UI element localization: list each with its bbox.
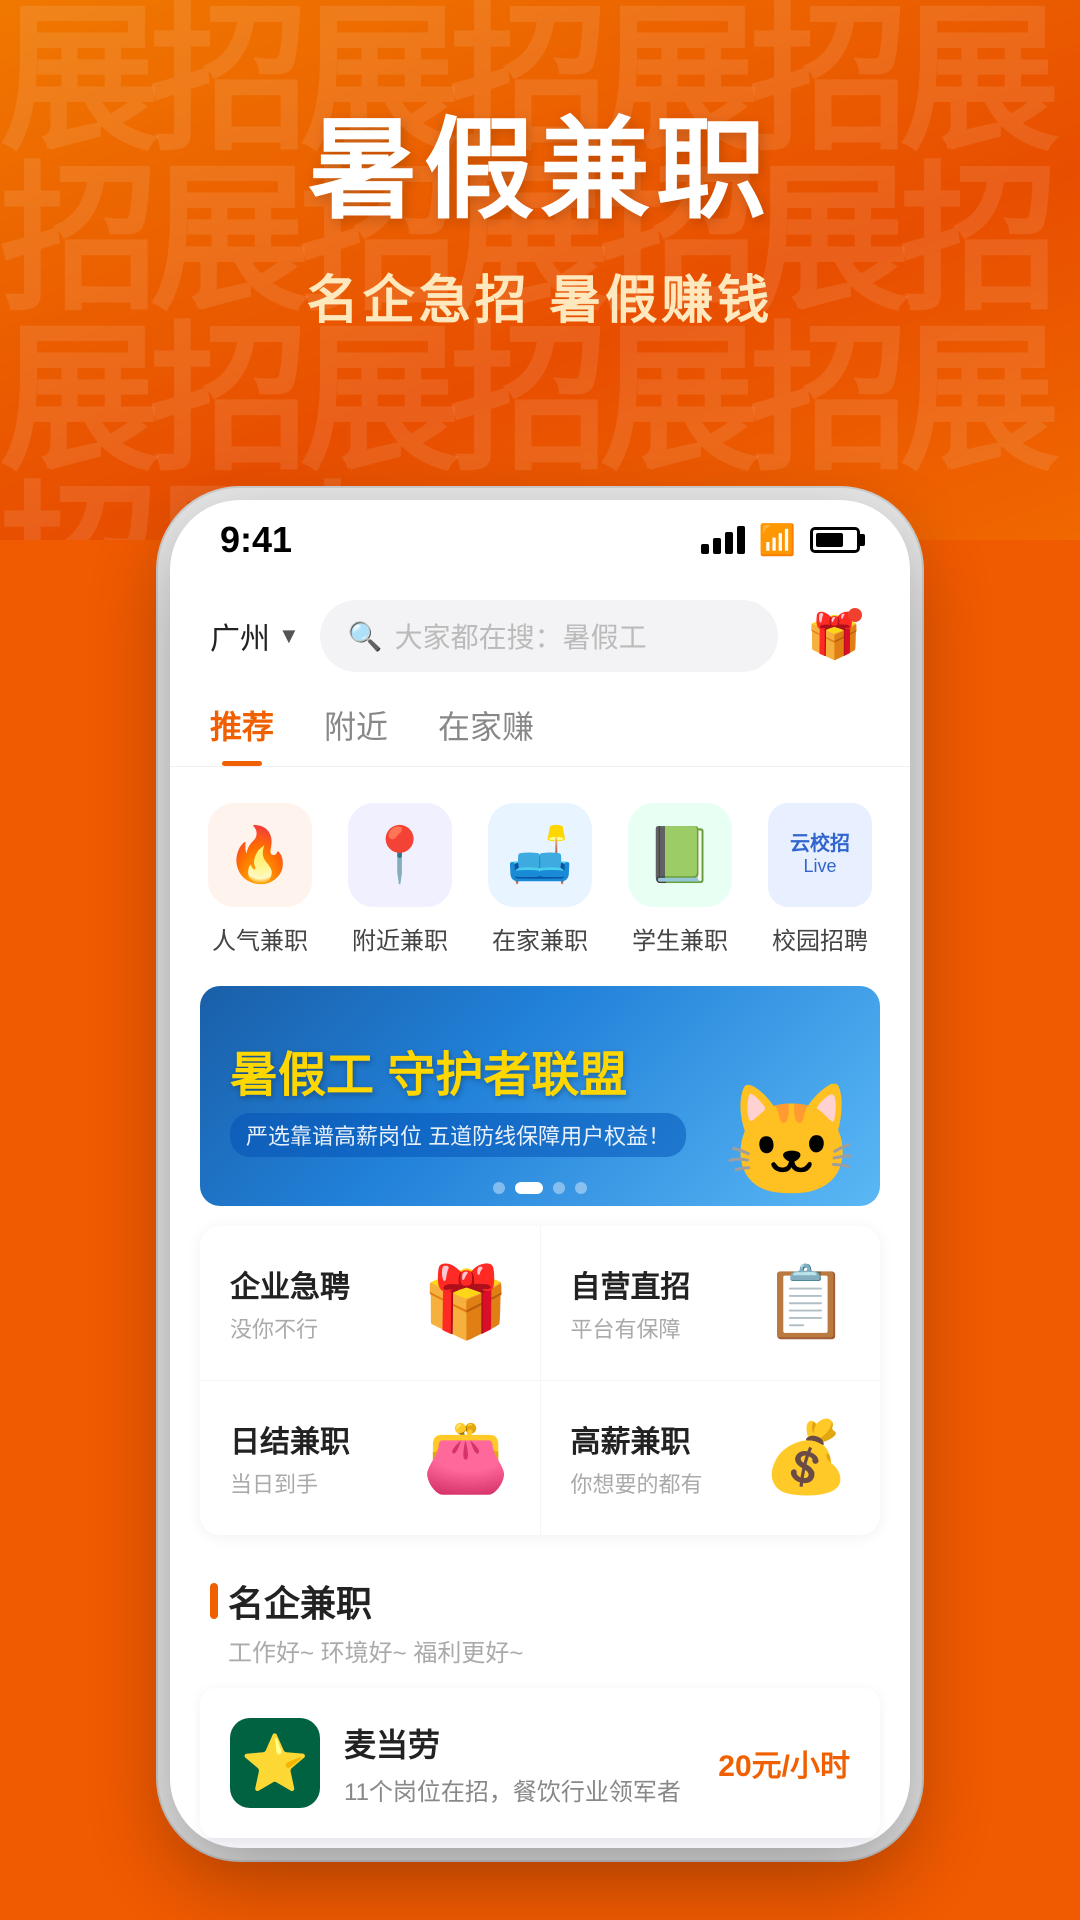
category-home[interactable]: 🛋️ 在家兼职 [488, 803, 592, 956]
company-name: 麦当劳 [344, 1720, 694, 1766]
popular-label: 人气兼职 [212, 921, 308, 956]
gift-button[interactable]: 🎁 [798, 600, 870, 672]
quick-direct-hire[interactable]: 自营直招 平台有保障 📋 [541, 1226, 881, 1380]
category-campus[interactable]: 云校招 Live 校园招聘 [768, 803, 872, 956]
quick-row-1: 企业急聘 没你不行 🎁 自营直招 平台有保障 📋 [200, 1226, 880, 1381]
urgent-hire-desc: 没你不行 [230, 1312, 412, 1344]
hero-section: 展招展招展招展招展招展招展招展招展招展招展招展招 暑假兼职 名企急招 暑假赚钱 [0, 0, 1080, 540]
dot-3 [553, 1182, 565, 1194]
quick-links-grid: 企业急聘 没你不行 🎁 自营直招 平台有保障 📋 [200, 1226, 880, 1535]
status-time: 9:41 [220, 519, 292, 561]
daily-pay-icon: 👛 [422, 1417, 509, 1499]
job-card-mcdonalds[interactable]: ⭐ 麦当劳 11个岗位在招，餐饮行业领军者 20元/小时 [200, 1688, 880, 1838]
search-placeholder: 大家都在搜：暑假工 [395, 616, 647, 656]
status-icons: 📶 [701, 523, 860, 558]
home-icon: 🛋️ [488, 803, 592, 907]
hero-title: 暑假兼职 [308, 80, 772, 240]
location-label: 广州 [210, 614, 270, 658]
job-info: 麦当劳 11个岗位在招，餐饮行业领军者 [344, 1720, 694, 1807]
app-header: 广州 ▼ 🔍 大家都在搜：暑假工 🎁 [170, 580, 910, 692]
daily-pay-text: 日结兼职 当日到手 [230, 1417, 412, 1499]
high-pay-text: 高薪兼职 你想要的都有 [571, 1417, 753, 1499]
banner[interactable]: 暑假工 守护者联盟 严选靠谱高薪岗位 五道防线保障用户权益！ 🐱 [200, 986, 880, 1206]
student-label: 学生兼职 [632, 921, 728, 956]
popular-icon: 🔥 [208, 803, 312, 907]
banner-dots [493, 1182, 587, 1194]
phone-body: 9:41 📶 广州 ▼ [170, 500, 910, 1848]
job-salary: 20元/小时 [718, 1741, 850, 1785]
high-pay-name: 高薪兼职 [571, 1417, 753, 1461]
direct-hire-name: 自营直招 [571, 1262, 753, 1306]
home-label: 在家兼职 [492, 921, 588, 956]
quick-high-pay[interactable]: 高薪兼职 你想要的都有 💰 [541, 1381, 881, 1535]
dot-1 [493, 1182, 505, 1194]
category-popular[interactable]: 🔥 人气兼职 [208, 803, 312, 956]
urgent-hire-name: 企业急聘 [230, 1262, 412, 1306]
gift-notification-dot [848, 608, 862, 622]
job-description: 11个岗位在招，餐饮行业领军者 [344, 1772, 694, 1807]
high-pay-icon: 💰 [763, 1417, 850, 1499]
signal-icon [701, 526, 745, 554]
direct-hire-icon: 📋 [763, 1262, 850, 1344]
category-row: 🔥 人气兼职 📍 附近兼职 🛋️ 在家兼职 📗 学生兼职 云校 [170, 767, 910, 976]
battery-icon [810, 527, 860, 553]
urgent-hire-icon: 🎁 [422, 1262, 509, 1344]
dot-2 [515, 1182, 543, 1194]
daily-pay-desc: 当日到手 [230, 1467, 412, 1499]
quick-daily-pay[interactable]: 日结兼职 当日到手 👛 [200, 1381, 541, 1535]
banner-content: 暑假工 守护者联盟 严选靠谱高薪岗位 五道防线保障用户权益！ [200, 1015, 716, 1177]
company-logo-icon: ⭐ [241, 1731, 309, 1796]
campus-label: 校园招聘 [772, 921, 868, 956]
banner-title: 暑假工 守护者联盟 [230, 1035, 686, 1105]
app-content: 广州 ▼ 🔍 大家都在搜：暑假工 🎁 推荐 附近 [170, 580, 910, 1838]
tab-earn-at-home[interactable]: 在家赚 [438, 702, 534, 766]
chevron-down-icon: ▼ [278, 623, 300, 649]
company-logo: ⭐ [230, 1718, 320, 1808]
quick-urgent-hire[interactable]: 企业急聘 没你不行 🎁 [200, 1226, 541, 1380]
phone-mockup: 9:41 📶 广州 ▼ [0, 500, 1080, 1908]
hero-subtitle: 名企急招 暑假赚钱 [307, 258, 773, 333]
wifi-icon: 📶 [759, 523, 796, 558]
nearby-label: 附近兼职 [352, 921, 448, 956]
banner-subtitle: 严选靠谱高薪岗位 五道防线保障用户权益！ [230, 1113, 686, 1157]
nearby-icon: 📍 [348, 803, 452, 907]
famous-title: 名企兼职 [210, 1575, 870, 1627]
category-nearby[interactable]: 📍 附近兼职 [348, 803, 452, 956]
banner-mascot-icon: 🐱 [723, 1077, 860, 1206]
campus-icon: 云校招 Live [768, 803, 872, 907]
notch [430, 500, 650, 550]
famous-section-header: 名企兼职 工作好~ 环境好~ 福利更好~ [170, 1555, 910, 1678]
direct-hire-desc: 平台有保障 [571, 1312, 753, 1344]
dot-4 [575, 1182, 587, 1194]
location-button[interactable]: 广州 ▼ [210, 614, 300, 658]
direct-hire-text: 自营直招 平台有保障 [571, 1262, 753, 1344]
category-student[interactable]: 📗 学生兼职 [628, 803, 732, 956]
student-icon: 📗 [628, 803, 732, 907]
tab-recommend[interactable]: 推荐 [210, 702, 274, 766]
search-icon: 🔍 [348, 620, 383, 653]
famous-subtitle: 工作好~ 环境好~ 福利更好~ [210, 1633, 870, 1668]
daily-pay-name: 日结兼职 [230, 1417, 412, 1461]
status-bar: 9:41 📶 [170, 500, 910, 580]
search-bar[interactable]: 🔍 大家都在搜：暑假工 [320, 600, 778, 672]
nav-tabs: 推荐 附近 在家赚 [170, 692, 910, 767]
high-pay-desc: 你想要的都有 [571, 1467, 753, 1499]
urgent-hire-text: 企业急聘 没你不行 [230, 1262, 412, 1344]
tab-nearby[interactable]: 附近 [324, 702, 388, 766]
quick-row-2: 日结兼职 当日到手 👛 高薪兼职 你想要的都有 💰 [200, 1381, 880, 1535]
